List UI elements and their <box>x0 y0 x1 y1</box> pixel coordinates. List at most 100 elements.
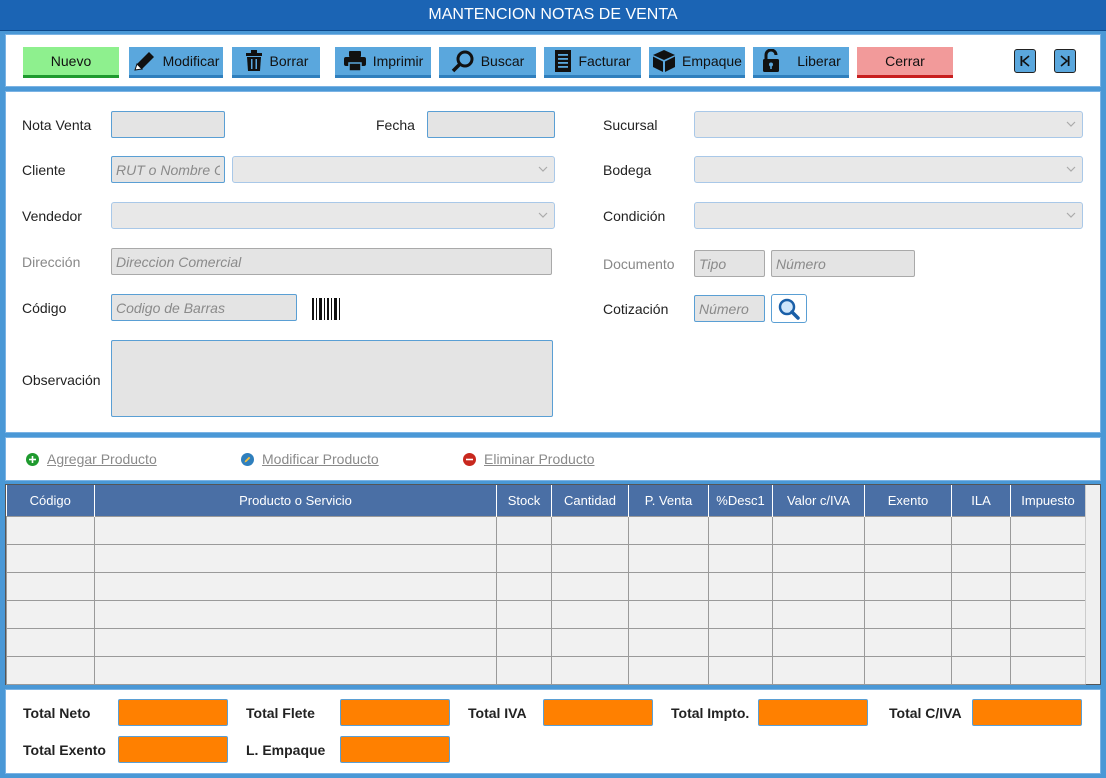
col-valor-civa[interactable]: Valor c/IVA <box>772 485 865 516</box>
table-cell[interactable] <box>864 515 952 545</box>
table-cell[interactable] <box>708 571 773 601</box>
total-flete-field[interactable] <box>340 699 450 726</box>
col-codigo[interactable]: Código <box>6 485 95 516</box>
table-cell[interactable] <box>772 655 865 685</box>
vendedor-select[interactable] <box>111 202 555 229</box>
table-cell[interactable] <box>551 655 629 685</box>
total-neto-field[interactable] <box>118 699 228 726</box>
documento-numero-input[interactable] <box>771 250 915 277</box>
col-desc1[interactable]: %Desc1 <box>708 485 773 516</box>
table-cell[interactable] <box>94 655 497 685</box>
table-cell[interactable] <box>708 627 773 657</box>
table-cell[interactable] <box>708 543 773 573</box>
table-cell[interactable] <box>1010 655 1086 685</box>
table-row[interactable] <box>6 599 1086 629</box>
table-cell[interactable] <box>951 599 1011 629</box>
codigo-barras-input[interactable] <box>111 294 297 321</box>
table-cell[interactable] <box>6 599 95 629</box>
modificar-producto-link[interactable]: Modificar Producto <box>241 451 379 467</box>
table-cell[interactable] <box>6 571 95 601</box>
col-producto[interactable]: Producto o Servicio <box>94 485 497 516</box>
table-cell[interactable] <box>772 515 865 545</box>
table-cell[interactable] <box>628 627 709 657</box>
table-cell[interactable] <box>496 543 552 573</box>
table-cell[interactable] <box>496 627 552 657</box>
table-cell[interactable] <box>94 627 497 657</box>
table-cell[interactable] <box>6 543 95 573</box>
table-cell[interactable] <box>6 627 95 657</box>
col-ila[interactable]: ILA <box>951 485 1011 516</box>
borrar-button[interactable]: Borrar <box>232 47 320 78</box>
table-cell[interactable] <box>708 655 773 685</box>
l-empaque-field[interactable] <box>340 736 450 763</box>
table-cell[interactable] <box>951 655 1011 685</box>
table-cell[interactable] <box>772 599 865 629</box>
table-cell[interactable] <box>6 515 95 545</box>
table-cell[interactable] <box>1010 627 1086 657</box>
table-cell[interactable] <box>628 599 709 629</box>
table-cell[interactable] <box>496 515 552 545</box>
table-cell[interactable] <box>628 543 709 573</box>
table-cell[interactable] <box>864 627 952 657</box>
agregar-producto-link[interactable]: Agregar Producto <box>26 451 157 467</box>
table-cell[interactable] <box>496 655 552 685</box>
table-cell[interactable] <box>94 543 497 573</box>
table-cell[interactable] <box>496 571 552 601</box>
nuevo-button[interactable]: Nuevo <box>23 47 119 78</box>
modificar-button[interactable]: Modificar <box>129 47 223 78</box>
total-impto-field[interactable] <box>758 699 868 726</box>
table-cell[interactable] <box>772 543 865 573</box>
table-cell[interactable] <box>708 599 773 629</box>
last-record-button[interactable] <box>1054 49 1076 73</box>
table-cell[interactable] <box>551 627 629 657</box>
table-cell[interactable] <box>6 655 95 685</box>
total-civa-field[interactable] <box>972 699 1082 726</box>
cliente-search-input[interactable] <box>111 156 225 183</box>
table-cell[interactable] <box>1010 515 1086 545</box>
cotizacion-numero-input[interactable] <box>694 295 765 322</box>
table-cell[interactable] <box>1010 571 1086 601</box>
direccion-input[interactable] <box>111 248 552 275</box>
table-cell[interactable] <box>864 599 952 629</box>
table-cell[interactable] <box>94 599 497 629</box>
table-row[interactable] <box>6 627 1086 657</box>
table-cell[interactable] <box>551 599 629 629</box>
table-cell[interactable] <box>951 515 1011 545</box>
col-stock[interactable]: Stock <box>496 485 552 516</box>
total-exento-field[interactable] <box>118 736 228 763</box>
bodega-select[interactable] <box>694 156 1083 183</box>
table-cell[interactable] <box>864 655 952 685</box>
table-cell[interactable] <box>628 655 709 685</box>
table-cell[interactable] <box>951 543 1011 573</box>
total-iva-field[interactable] <box>543 699 653 726</box>
sucursal-select[interactable] <box>694 111 1083 138</box>
table-cell[interactable] <box>1010 599 1086 629</box>
table-cell[interactable] <box>94 515 497 545</box>
table-cell[interactable] <box>951 627 1011 657</box>
cerrar-button[interactable]: Cerrar <box>857 47 953 78</box>
col-impuesto[interactable]: Impuesto <box>1010 485 1086 516</box>
table-cell[interactable] <box>628 571 709 601</box>
documento-tipo-input[interactable] <box>694 250 765 277</box>
table-cell[interactable] <box>772 571 865 601</box>
table-cell[interactable] <box>951 571 1011 601</box>
eliminar-producto-link[interactable]: Eliminar Producto <box>463 451 595 467</box>
table-cell[interactable] <box>551 515 629 545</box>
cotizacion-search-button[interactable] <box>771 294 807 323</box>
table-row[interactable] <box>6 571 1086 601</box>
table-cell[interactable] <box>864 543 952 573</box>
barcode-icon[interactable] <box>311 298 341 320</box>
table-cell[interactable] <box>708 515 773 545</box>
cliente-select[interactable] <box>232 156 555 183</box>
table-row[interactable] <box>6 543 1086 573</box>
table-cell[interactable] <box>551 571 629 601</box>
condicion-select[interactable] <box>694 202 1083 229</box>
table-cell[interactable] <box>628 515 709 545</box>
observacion-textarea[interactable] <box>111 340 553 417</box>
table-cell[interactable] <box>772 627 865 657</box>
table-row[interactable] <box>6 655 1086 685</box>
nota-venta-input[interactable] <box>111 111 225 138</box>
buscar-button[interactable]: Buscar <box>439 47 536 78</box>
table-cell[interactable] <box>551 543 629 573</box>
table-cell[interactable] <box>864 571 952 601</box>
